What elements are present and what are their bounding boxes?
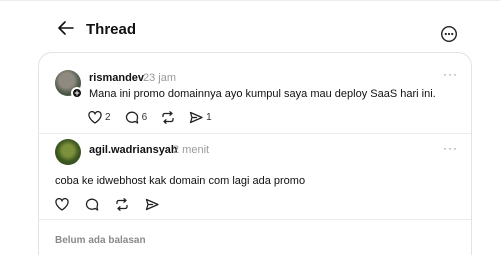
- reply-text: coba ke idwebhost kak domain com lagi ad…: [55, 175, 306, 187]
- heart-icon: [55, 198, 69, 211]
- thread-header: Thread: [0, 14, 500, 48]
- reply-actions: [55, 198, 173, 211]
- share-count: 1: [206, 112, 212, 123]
- heart-icon: [88, 111, 102, 124]
- comment-icon: [125, 111, 138, 124]
- avatar[interactable]: [55, 139, 81, 165]
- post-more-icon[interactable]: ···: [443, 67, 458, 81]
- send-icon: [145, 198, 159, 211]
- top-border: [0, 0, 500, 1]
- follow-plus-icon[interactable]: +: [71, 87, 83, 99]
- post-actions: 2 6 1: [88, 111, 226, 124]
- reply-timestamp: 2 menit: [173, 144, 210, 156]
- reply-post: agil.wadriansyah 2 menit ··· coba ke idw…: [39, 133, 471, 220]
- repost-icon: [162, 111, 174, 124]
- share-button[interactable]: 1: [189, 111, 212, 124]
- comment-button[interactable]: 6: [125, 111, 148, 124]
- comment-icon: [85, 198, 99, 211]
- post-text: Mana ini promo domainnya ayo kumpul saya…: [89, 88, 436, 100]
- repost-button[interactable]: [115, 198, 129, 211]
- root-post: + rismandev 23 jam ··· Mana ini promo do…: [39, 53, 471, 133]
- arrow-left-icon: [58, 21, 74, 35]
- post-username[interactable]: rismandev: [89, 72, 144, 84]
- comment-button[interactable]: [85, 198, 99, 211]
- replies-divider: [39, 219, 471, 220]
- like-count: 2: [105, 112, 111, 123]
- back-button[interactable]: [56, 18, 76, 38]
- send-icon: [189, 111, 203, 124]
- reply-more-icon[interactable]: ···: [443, 141, 458, 155]
- more-circle-icon[interactable]: [440, 25, 458, 43]
- no-replies-label: Belum ada balasan: [55, 235, 146, 246]
- like-button[interactable]: [55, 198, 69, 211]
- post-timestamp: 23 jam: [143, 72, 177, 84]
- like-button[interactable]: 2: [88, 111, 111, 124]
- reply-username[interactable]: agil.wadriansyah: [89, 144, 178, 156]
- thread-card: + rismandev 23 jam ··· Mana ini promo do…: [38, 52, 472, 255]
- repost-button[interactable]: [161, 111, 175, 124]
- page-title: Thread: [86, 21, 137, 38]
- repost-icon: [116, 198, 128, 211]
- comment-count: 6: [141, 112, 148, 123]
- share-button[interactable]: [145, 198, 159, 211]
